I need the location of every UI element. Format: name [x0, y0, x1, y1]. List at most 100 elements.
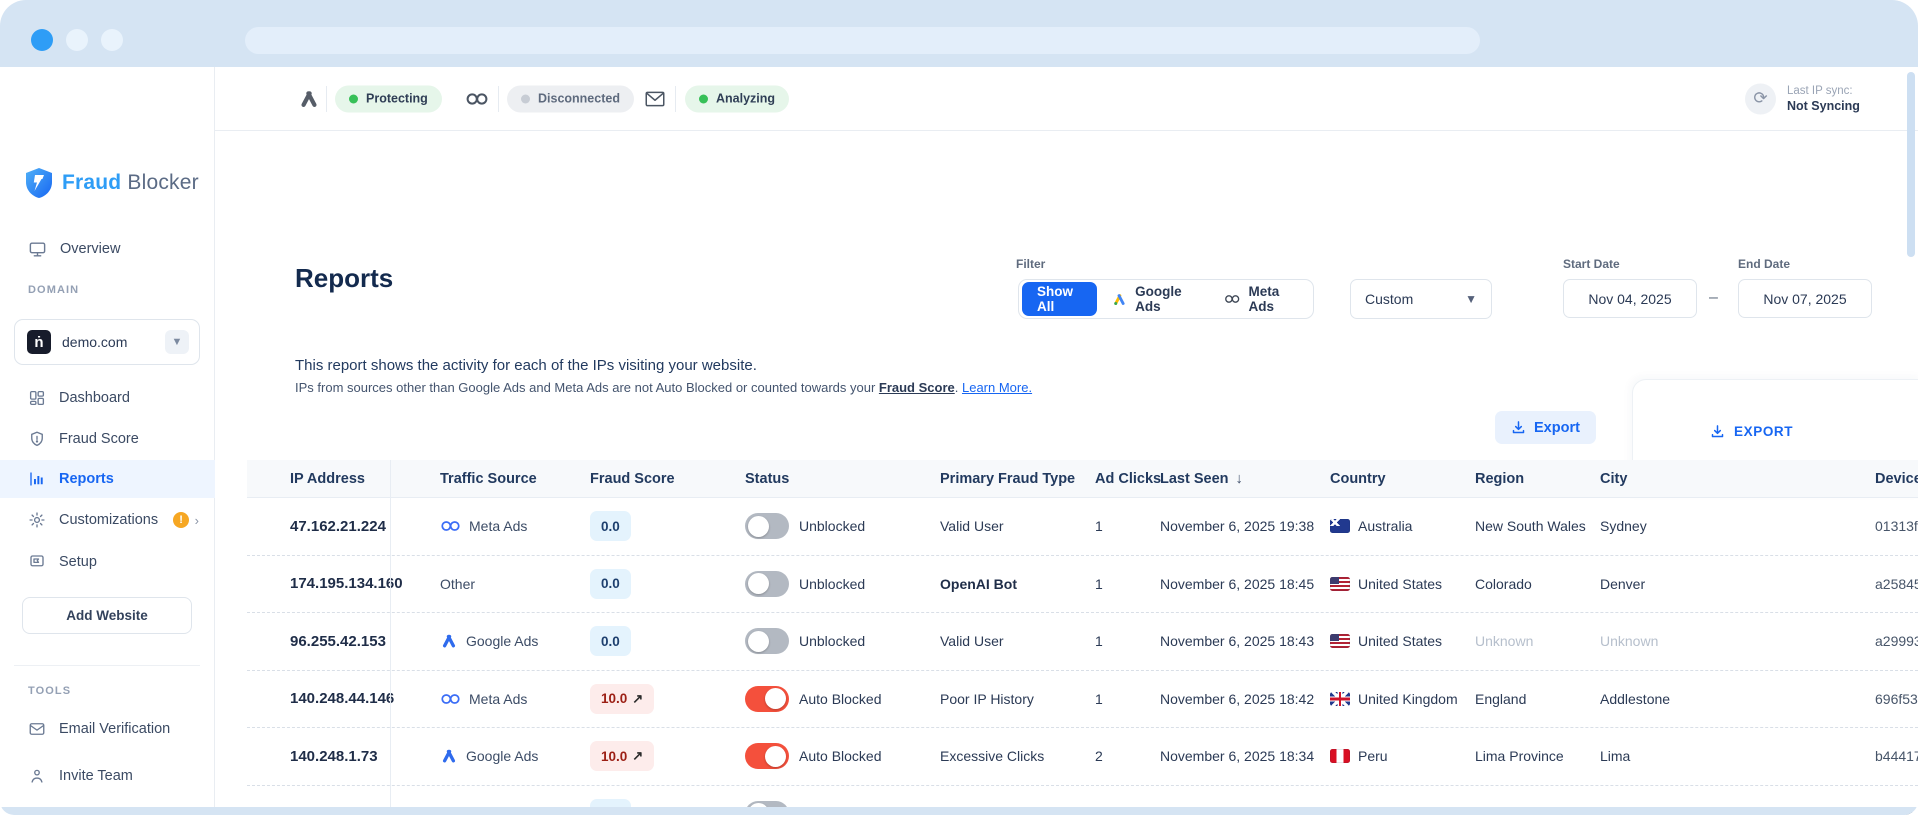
status-label: Protecting [366, 92, 428, 106]
chevron-down-icon[interactable]: ▼ [165, 330, 189, 354]
learn-more-link[interactable]: Learn More. [962, 380, 1032, 395]
column-header-city[interactable]: City [1600, 471, 1875, 487]
status-label: Analyzing [716, 92, 775, 106]
block-toggle[interactable] [745, 571, 789, 597]
region: Lima Province [1475, 748, 1600, 764]
status-dot [699, 94, 708, 103]
export-button-secondary[interactable]: EXPORT [1710, 417, 1793, 445]
sidebar-item-customizations[interactable]: Customizations ! › [0, 501, 215, 539]
envelope-icon [645, 91, 665, 107]
block-toggle[interactable] [745, 628, 789, 654]
report-description-secondary: IPs from sources other than Google Ads a… [295, 380, 1032, 395]
country-cell: United States [1330, 576, 1475, 592]
sidebar-item-invite-team[interactable]: Invite Team [0, 757, 215, 795]
column-header-ip[interactable]: IP Address [247, 471, 440, 487]
sidebar-item-email-verification[interactable]: Email Verification [0, 710, 215, 748]
table-row[interactable]: 174.195.134.160 Other 0.0 Unblocked Open… [247, 556, 1918, 614]
city: Sydney [1600, 518, 1875, 534]
window-maximize-button[interactable] [101, 29, 123, 51]
ip-address: 47.162.21.224 [247, 518, 440, 535]
sidebar-item-fraud-score[interactable]: Fraud Score [0, 420, 215, 458]
sync-icon[interactable]: ⟳ [1745, 83, 1776, 114]
column-header-traffic-source[interactable]: Traffic Source [440, 471, 590, 487]
main-area: Protecting Disconnected Analyzing ⟳ Last… [215, 67, 1918, 815]
table-row[interactable]: 140.248.44.146 Meta Ads 10.0↗ Auto Block… [247, 671, 1918, 729]
divider [675, 86, 676, 112]
table-row[interactable]: 47.162.21.224 Meta Ads 0.0 Unblocked Val… [247, 498, 1918, 556]
region: Colorado [1475, 576, 1600, 592]
ad-clicks: 1 [1095, 518, 1160, 534]
sidebar-item-dashboard[interactable]: Dashboard [0, 379, 215, 417]
vertical-scrollbar[interactable] [1907, 72, 1915, 257]
table-body: 47.162.21.224 Meta Ads 0.0 Unblocked Val… [247, 498, 1918, 815]
ad-clicks: 1 [1095, 576, 1160, 592]
city: Lima [1600, 748, 1875, 764]
status-cell: Unblocked [745, 628, 940, 654]
sidebar-item-label: Setup [59, 554, 97, 570]
sidebar: Fraud Blocker Overview DOMAIN ṅ demo.com… [0, 67, 215, 815]
status-label: Auto Blocked [799, 748, 882, 764]
meta-icon [465, 91, 489, 107]
filter-label: Google Ads [1135, 284, 1194, 314]
chevron-right-icon: › [195, 513, 199, 528]
block-toggle[interactable] [745, 743, 789, 769]
country-name: Australia [1358, 518, 1412, 534]
traffic-source: Meta Ads [440, 691, 590, 707]
toggle-knob [765, 688, 786, 709]
device-id: 696f53 [1875, 691, 1918, 707]
window-minimize-button[interactable] [66, 29, 88, 51]
date-range-dash: – [1709, 289, 1718, 307]
country-flag-icon [1330, 634, 1350, 648]
country-cell: United Kingdom [1330, 691, 1475, 707]
sidebar-item-overview[interactable]: Overview [0, 230, 215, 268]
domain-selector[interactable]: ṅ demo.com ▼ [14, 319, 200, 365]
download-icon [1511, 420, 1526, 435]
sort-descending-icon[interactable]: ↓ [1236, 471, 1243, 487]
country-flag-icon [1330, 749, 1350, 763]
column-header-fraud-type[interactable]: Primary Fraud Type [940, 471, 1095, 487]
address-bar[interactable] [245, 27, 1480, 54]
filter-meta-ads[interactable]: Meta Ads [1209, 282, 1310, 316]
traffic-source: Google Ads [440, 633, 590, 649]
column-header-status[interactable]: Status [745, 471, 940, 487]
country-name: United Kingdom [1358, 691, 1458, 707]
table-row[interactable]: 96.255.42.153 Google Ads 0.0 Unblocked V… [247, 613, 1918, 671]
bar-chart-icon [28, 470, 46, 488]
column-header-region[interactable]: Region [1475, 471, 1600, 487]
tools-section-label: TOOLS [28, 685, 71, 697]
reports-table: IP Address Traffic Source Fraud Score St… [247, 460, 1918, 815]
column-header-fraud-score[interactable]: Fraud Score [590, 471, 745, 487]
meta-ads-icon [440, 519, 461, 533]
primary-fraud-type: OpenAI Bot [940, 576, 1095, 592]
date-range-select[interactable]: Custom ▼ [1350, 279, 1492, 319]
add-website-button[interactable]: Add Website [22, 597, 192, 634]
description-text: . [955, 380, 962, 395]
window-close-button[interactable] [31, 29, 53, 51]
column-header-last-seen[interactable]: Last Seen↓ [1160, 471, 1330, 487]
date-range-value: Custom [1365, 291, 1413, 307]
fraud-score-cell: 0.0 [590, 626, 745, 656]
filter-google-ads[interactable]: Google Ads [1097, 282, 1209, 316]
export-button[interactable]: Export [1495, 411, 1596, 444]
column-header-device[interactable]: Device ID [1875, 471, 1918, 487]
block-toggle[interactable] [745, 513, 789, 539]
end-date-input[interactable]: Nov 07, 2025 [1738, 279, 1872, 318]
column-header-country[interactable]: Country [1330, 471, 1475, 487]
domain-section-label: DOMAIN [28, 284, 79, 296]
sidebar-item-label: Customizations [59, 512, 158, 528]
sidebar-item-setup[interactable]: Setup [0, 543, 215, 581]
email-status-pill: Analyzing [685, 85, 789, 112]
start-date-label: Start Date [1563, 257, 1620, 271]
block-toggle[interactable] [745, 686, 789, 712]
filter-show-all[interactable]: Show All [1022, 282, 1097, 316]
chevron-down-icon: ▼ [1465, 292, 1477, 306]
report-description: This report shows the activity for each … [295, 357, 757, 374]
traffic-source-label: Google Ads [466, 633, 538, 649]
fraud-score-cell: 10.0↗ [590, 741, 745, 771]
column-header-ad-clicks[interactable]: Ad Clicks [1095, 471, 1160, 487]
fraud-score-badge: 10.0↗ [590, 684, 654, 714]
sidebar-item-reports[interactable]: Reports [0, 460, 215, 498]
filter-label: Meta Ads [1249, 284, 1295, 314]
start-date-input[interactable]: Nov 04, 2025 [1563, 279, 1697, 318]
table-row[interactable]: 140.248.1.73 Google Ads 10.0↗ Auto Block… [247, 728, 1918, 786]
